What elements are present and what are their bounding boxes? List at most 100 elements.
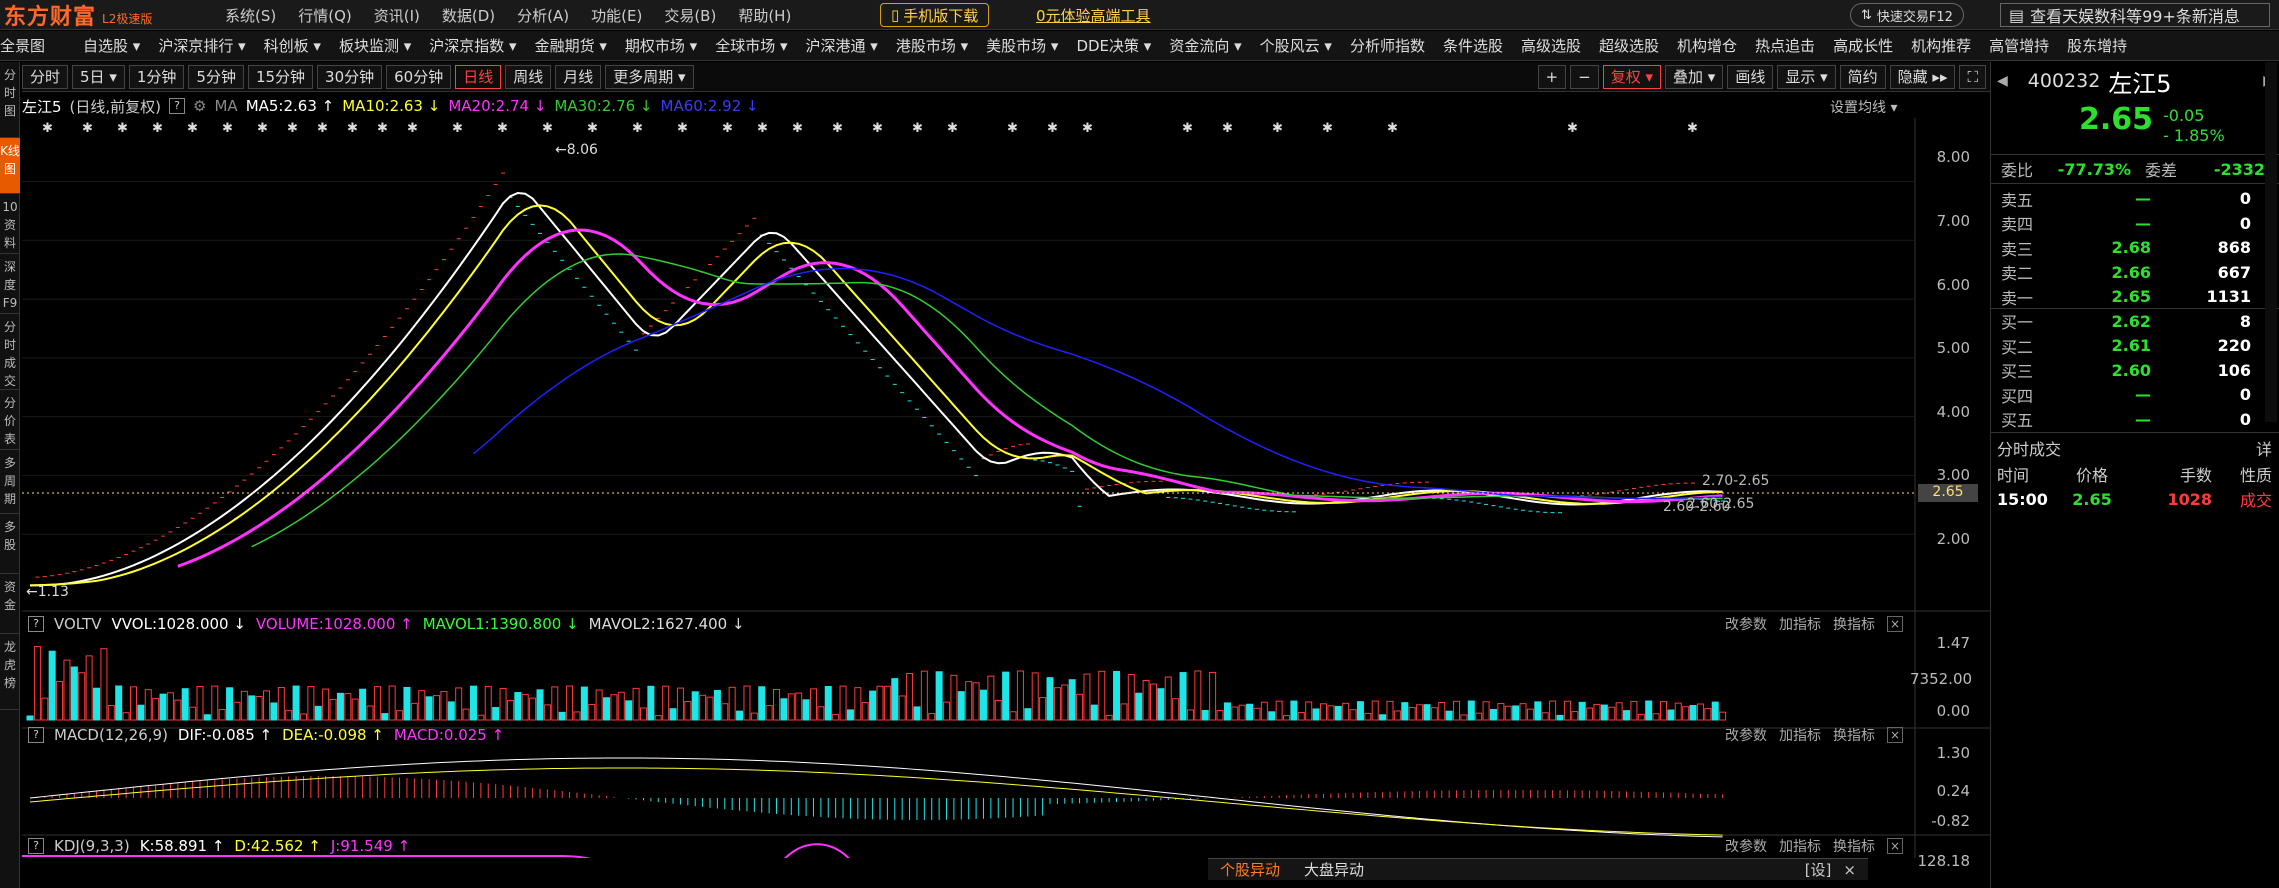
- macd-switch-indicator[interactable]: 换指标: [1833, 725, 1875, 745]
- level-volume: 8: [2239, 311, 2251, 331]
- volume-bar: [492, 707, 500, 721]
- strip-dragon-tiger[interactable]: 龙虎榜: [0, 634, 20, 710]
- macd-help-icon[interactable]: ?: [28, 727, 44, 743]
- volume-add-indicator[interactable]: 加指标: [1779, 614, 1821, 634]
- nav-us[interactable]: 美股市场 ▾: [986, 35, 1058, 56]
- nav-inst-rec[interactable]: 机构推荐: [1911, 35, 1971, 56]
- nav-exec[interactable]: 高管增持: [1989, 35, 2049, 56]
- nav-inst-add[interactable]: 机构增仓: [1677, 35, 1737, 56]
- nav-analyst[interactable]: 分析师指数: [1350, 35, 1425, 56]
- volume-edit-params[interactable]: 改参数: [1725, 614, 1767, 634]
- period-monthly[interactable]: 月线: [555, 64, 602, 89]
- kdj-close-icon[interactable]: ×: [1887, 838, 1903, 854]
- strip-kline[interactable]: K线图: [0, 138, 20, 194]
- nav-index[interactable]: 沪深京指数 ▾: [429, 35, 516, 56]
- alert-settings-button[interactable]: [设]: [1805, 859, 1832, 880]
- alert-close-icon[interactable]: ×: [1843, 861, 1856, 879]
- period-daily[interactable]: 日线: [455, 64, 502, 89]
- tab-stock-alert[interactable]: 个股异动: [1220, 859, 1280, 880]
- menu-news[interactable]: 资讯(I): [374, 5, 420, 26]
- macd-edit-params[interactable]: 改参数: [1725, 725, 1767, 745]
- nav-advanced[interactable]: 高级选股: [1521, 35, 1581, 56]
- simple-button[interactable]: 简约: [1839, 64, 1886, 89]
- draw-button[interactable]: 画线: [1727, 64, 1774, 89]
- period-1min[interactable]: 1分钟: [128, 64, 185, 89]
- nav-growth[interactable]: 高成长性: [1833, 35, 1893, 56]
- menu-quote[interactable]: 行情(Q): [298, 5, 352, 26]
- period-60min[interactable]: 60分钟: [386, 64, 452, 89]
- menu-function[interactable]: 功能(E): [591, 5, 642, 26]
- quote-scrollbar[interactable]: [2265, 62, 2277, 422]
- zoom-in-button[interactable]: +: [1537, 64, 1567, 89]
- strip-profile[interactable]: 10资料: [0, 194, 20, 254]
- nav-dde[interactable]: DDE决策 ▾: [1076, 35, 1151, 56]
- ma-settings-button[interactable]: 设置均线 ▾: [1830, 97, 1897, 117]
- nav-flow[interactable]: 资金流向 ▾: [1169, 35, 1241, 56]
- period-15min[interactable]: 15分钟: [247, 64, 314, 89]
- zoom-out-button[interactable]: −: [1570, 64, 1599, 89]
- nav-global[interactable]: 全球市场 ▾: [715, 35, 787, 56]
- news-button[interactable]: ▤ 查看天娱数科等99+条新消息: [2000, 3, 2270, 27]
- period-5day[interactable]: 5日 ▾: [72, 64, 125, 89]
- nav-star-market[interactable]: 科创板 ▾: [264, 35, 321, 56]
- volume-bar: [189, 706, 197, 721]
- quick-trade-button[interactable]: ⇅ 快速交易F12: [1850, 3, 1964, 27]
- display-button[interactable]: 显示 ▾: [1777, 64, 1836, 89]
- kdj-edit-params[interactable]: 改参数: [1725, 836, 1767, 856]
- prev-stock-icon[interactable]: ◀: [1997, 73, 2008, 89]
- kdj-switch-indicator[interactable]: 换指标: [1833, 836, 1875, 856]
- nav-connect[interactable]: 沪深港通 ▾: [806, 35, 878, 56]
- mobile-download-button[interactable]: ▯ 手机版下载: [880, 3, 990, 27]
- help-icon[interactable]: ?: [169, 98, 186, 114]
- strip-funds[interactable]: 资金: [0, 574, 20, 634]
- nav-futures[interactable]: 金融期货 ▾: [535, 35, 607, 56]
- period-timeshare[interactable]: 分时: [22, 64, 69, 89]
- nav-condition[interactable]: 条件选股: [1443, 35, 1503, 56]
- period-more[interactable]: 更多周期 ▾: [605, 64, 694, 89]
- nav-sector[interactable]: 板块监测 ▾: [339, 35, 411, 56]
- macd-close-icon[interactable]: ×: [1887, 727, 1903, 743]
- menu-data[interactable]: 数据(D): [442, 5, 495, 26]
- nav-stock-news[interactable]: 个股风云 ▾: [1260, 35, 1332, 56]
- volume-switch-indicator[interactable]: 换指标: [1833, 614, 1875, 634]
- macd-add-indicator[interactable]: 加指标: [1779, 725, 1821, 745]
- nav-super[interactable]: 超级选股: [1599, 35, 1659, 56]
- event-marker: ✱: [832, 121, 843, 136]
- period-5min[interactable]: 5分钟: [188, 64, 244, 89]
- trades-detail-button[interactable]: 详: [2256, 436, 2272, 460]
- menu-trade[interactable]: 交易(B): [664, 5, 716, 26]
- overlay-button[interactable]: 叠加 ▾: [1665, 64, 1724, 89]
- nav-holder[interactable]: 股东增持: [2067, 35, 2127, 56]
- period-weekly[interactable]: 周线: [505, 64, 552, 89]
- expand-icon[interactable]: ⛶: [1959, 64, 1986, 89]
- volume-close-icon[interactable]: ×: [1887, 616, 1903, 632]
- event-marker: ✱: [1387, 121, 1398, 136]
- period-30min[interactable]: 30分钟: [317, 64, 383, 89]
- menu-system[interactable]: 系统(S): [225, 5, 276, 26]
- kdj-help-icon[interactable]: ?: [28, 838, 44, 854]
- tab-market-alert[interactable]: 大盘异动: [1304, 859, 1364, 880]
- hide-button[interactable]: 隐藏 ▸▸: [1889, 64, 1956, 89]
- nav-panorama[interactable]: 全景图: [0, 35, 45, 56]
- gear-icon[interactable]: ⚙: [193, 97, 206, 115]
- volume-help-icon[interactable]: ?: [28, 616, 44, 632]
- menu-analysis[interactable]: 分析(A): [517, 5, 569, 26]
- strip-depth[interactable]: 深度F9: [0, 254, 20, 314]
- nav-ranking[interactable]: 沪深京排行 ▾: [158, 35, 245, 56]
- kdj-add-indicator[interactable]: 加指标: [1779, 836, 1821, 856]
- nav-options[interactable]: 期权市场 ▾: [625, 35, 697, 56]
- nav-hot[interactable]: 热点追击: [1755, 35, 1815, 56]
- volume-bar: [1526, 708, 1534, 721]
- strip-multi-period[interactable]: 多周期: [0, 450, 20, 514]
- adjust-button[interactable]: 复权 ▾: [1602, 64, 1661, 89]
- volume-bar: [1046, 677, 1054, 721]
- strip-trades[interactable]: 分时成交: [0, 314, 20, 390]
- event-marker: ✱: [1082, 121, 1093, 136]
- nav-watchlist[interactable]: 自选股 ▾: [83, 35, 140, 56]
- strip-multi-stock[interactable]: 多股: [0, 514, 20, 574]
- nav-hk[interactable]: 港股市场 ▾: [896, 35, 968, 56]
- tool-link[interactable]: 0元体验高端工具: [1036, 3, 1151, 27]
- strip-timeshare[interactable]: 分时图: [0, 62, 20, 138]
- strip-price-table[interactable]: 分价表: [0, 390, 20, 450]
- menu-help[interactable]: 帮助(H): [738, 5, 791, 26]
